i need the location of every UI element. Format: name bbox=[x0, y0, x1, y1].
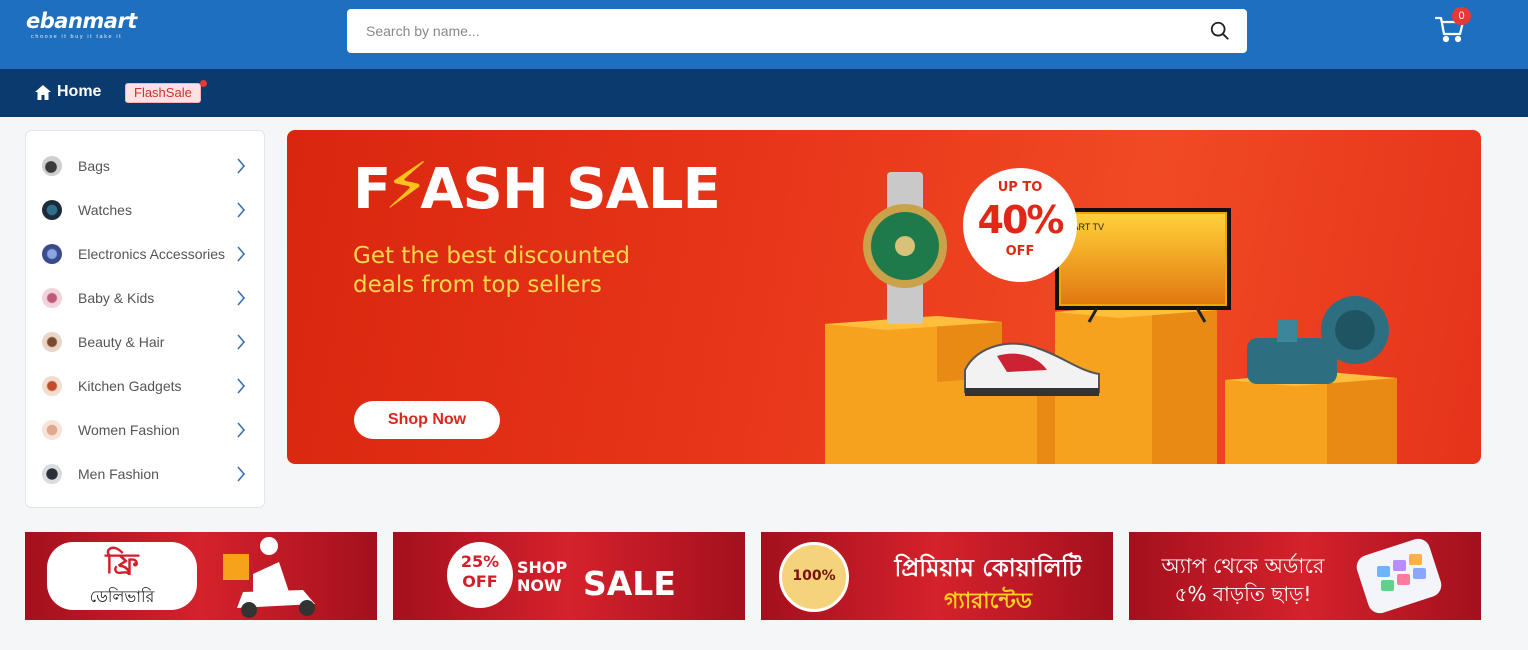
chevron-right-icon bbox=[237, 290, 246, 306]
promo-tile-free-delivery[interactable]: ফ্রি ডেলিভারি bbox=[25, 532, 377, 620]
category-item-men-fashion[interactable]: Men Fashion bbox=[26, 452, 264, 496]
flash-sale-hero-banner[interactable]: F⚡ASH SALE Get the best discounted deals… bbox=[287, 130, 1481, 464]
home-icon bbox=[35, 84, 51, 100]
premium-quality-subtitle: গ্যারান্টেড bbox=[944, 589, 1032, 614]
promo-tile-app-discount[interactable]: অ্যাপ থেকে অর্ডারে ৫% বাড়তি ছাড়! bbox=[1129, 532, 1481, 620]
nav-home-label: Home bbox=[57, 83, 102, 100]
kitchen-thumb-icon bbox=[42, 376, 62, 396]
electronics-thumb-icon bbox=[42, 244, 62, 264]
free-delivery-subtitle: ডেলিভারি bbox=[89, 587, 155, 606]
discount-badge-prefix: UP TO bbox=[997, 180, 1043, 195]
category-label: Bags bbox=[78, 158, 110, 174]
flashsale-indicator-dot bbox=[200, 80, 207, 87]
discount-badge-suffix: OFF bbox=[1005, 244, 1035, 259]
baby-thumb-icon bbox=[42, 288, 62, 308]
search-input[interactable] bbox=[347, 9, 1197, 53]
sale-text: SALE bbox=[583, 564, 676, 603]
beauty-thumb-icon bbox=[42, 332, 62, 352]
category-item-baby-kids[interactable]: Baby & Kids bbox=[26, 276, 264, 320]
category-label: Baby & Kids bbox=[78, 290, 155, 306]
search-icon[interactable] bbox=[1209, 20, 1231, 42]
chevron-right-icon bbox=[237, 378, 246, 394]
bag-thumb-icon bbox=[42, 156, 62, 176]
product-showcase-illustration: MART TV bbox=[825, 172, 1397, 464]
category-item-beauty-hair[interactable]: Beauty & Hair bbox=[26, 320, 264, 364]
category-item-bags[interactable]: Bags bbox=[26, 144, 264, 188]
nav-home-link[interactable]: Home bbox=[35, 83, 101, 101]
category-label: Women Fashion bbox=[78, 422, 180, 438]
chevron-right-icon bbox=[237, 158, 246, 174]
discount-off: OFF bbox=[462, 572, 498, 591]
chevron-right-icon bbox=[237, 202, 246, 218]
hero-title-end: ASH SALE bbox=[420, 157, 721, 222]
discount-badge: UP TO 40% OFF bbox=[963, 168, 1077, 282]
chevron-right-icon bbox=[237, 334, 246, 350]
category-label: Beauty & Hair bbox=[78, 334, 165, 350]
app-grid-icon bbox=[1356, 538, 1442, 614]
promo-tile-shop-now-sale[interactable]: 25% OFF SHOP NOW SALE bbox=[393, 532, 745, 620]
promo-tile-premium-quality[interactable]: 100% প্রিমিয়াম কোয়ালিটি গ্যারান্টেড bbox=[761, 532, 1113, 620]
category-item-electronics[interactable]: Electronics Accessories bbox=[26, 232, 264, 276]
free-delivery-title: ফ্রি bbox=[105, 547, 139, 580]
category-item-kitchen-gadgets[interactable]: Kitchen Gadgets bbox=[26, 364, 264, 408]
category-label: Electronics Accessories bbox=[78, 246, 226, 262]
logo-tagline: choose it buy it take it bbox=[31, 34, 123, 40]
category-item-women-fashion[interactable]: Women Fashion bbox=[26, 408, 264, 452]
chevron-right-icon bbox=[237, 466, 246, 482]
discount-badge-value: 40% bbox=[977, 198, 1065, 242]
main-nav: Home FlashSale bbox=[0, 69, 1528, 117]
category-label: Kitchen Gadgets bbox=[78, 378, 182, 394]
chevron-right-icon bbox=[237, 422, 246, 438]
shop-text: SHOP bbox=[517, 558, 568, 577]
category-label: Men Fashion bbox=[78, 466, 159, 482]
now-text: NOW bbox=[517, 576, 562, 595]
category-sidebar: Bags Watches Electronics Accessories Bab… bbox=[25, 130, 265, 508]
cart-count-badge: 0 bbox=[1452, 7, 1471, 25]
scooter-delivery-icon bbox=[223, 537, 315, 618]
hero-subtitle: Get the best discounted deals from top s… bbox=[353, 243, 631, 298]
quality-seal-text: 100% bbox=[792, 568, 836, 584]
nav-flashsale-link[interactable]: FlashSale bbox=[125, 83, 201, 103]
top-header: ebanmart choose it buy it take it 0 bbox=[0, 0, 1528, 69]
chevron-right-icon bbox=[237, 246, 246, 262]
site-logo[interactable]: ebanmart choose it buy it take it bbox=[26, 9, 137, 41]
logo-wordmark: ebanmart bbox=[26, 9, 137, 33]
watch-thumb-icon bbox=[42, 200, 62, 220]
hero-title: F⚡ASH SALE bbox=[353, 150, 721, 224]
app-discount-subtitle: ৫% বাড়তি ছাড়! bbox=[1174, 582, 1312, 606]
discount-percent: 25% bbox=[460, 552, 500, 571]
men-thumb-icon bbox=[42, 464, 62, 484]
search-bar bbox=[347, 9, 1247, 53]
women-thumb-icon bbox=[42, 420, 62, 440]
category-item-watches[interactable]: Watches bbox=[26, 188, 264, 232]
shop-now-button[interactable]: Shop Now bbox=[354, 401, 500, 439]
category-label: Watches bbox=[78, 202, 132, 218]
